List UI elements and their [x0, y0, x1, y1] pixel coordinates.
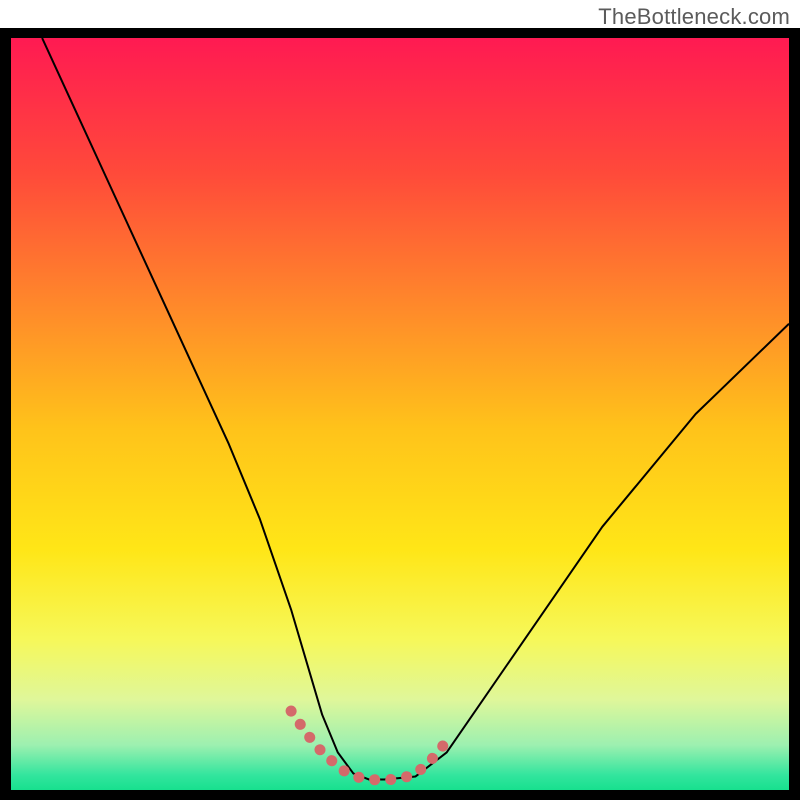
- bottleneck-curve: [42, 38, 789, 779]
- optimal-band: [291, 711, 447, 780]
- chart-curves-layer: [11, 38, 789, 790]
- chart-area: [11, 38, 789, 790]
- watermark-text: TheBottleneck.com: [598, 4, 790, 30]
- chart-frame: [0, 28, 800, 800]
